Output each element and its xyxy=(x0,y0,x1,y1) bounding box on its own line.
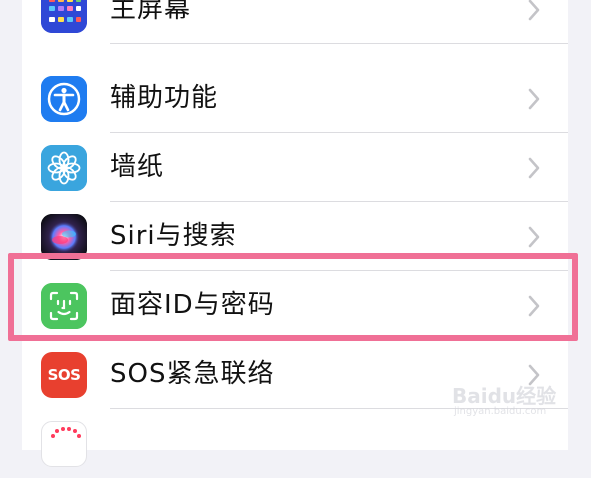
settings-screen: 主屏幕 辅助功能 墙纸 Siri与搜索 面容ID与密码 SOS SOS紧急联络 … xyxy=(0,0,591,467)
row-divider xyxy=(110,43,568,44)
watermark-brand: Baidu经验 xyxy=(452,384,557,408)
chevron-right-icon xyxy=(526,156,542,180)
settings-item-label: SOS紧急联络 xyxy=(110,359,275,389)
siri-icon xyxy=(41,214,87,260)
settings-item-wallpaper[interactable]: 墙纸 xyxy=(22,133,568,202)
chevron-right-icon xyxy=(526,225,542,249)
chevron-right-icon xyxy=(526,294,542,318)
sos-icon: SOS xyxy=(41,352,87,398)
settings-item-siri-search[interactable]: Siri与搜索 xyxy=(22,202,568,271)
wallpaper-icon xyxy=(41,145,87,191)
settings-item-label: 辅助功能 xyxy=(110,83,219,113)
settings-item-label: Siri与搜索 xyxy=(110,221,237,251)
watermark-url: jingyan.baidu.com xyxy=(454,406,547,417)
home-screen-icon xyxy=(41,0,87,33)
accessibility-icon xyxy=(41,76,87,122)
chevron-right-icon xyxy=(526,0,542,22)
settings-item-accessibility[interactable]: 辅助功能 xyxy=(22,64,568,133)
settings-item-face-id-passcode[interactable]: 面容ID与密码 xyxy=(22,271,568,340)
exposure-notification-icon xyxy=(41,421,87,467)
face-id-icon xyxy=(41,283,87,329)
settings-item-home-screen[interactable]: 主屏幕 xyxy=(22,0,568,44)
settings-item-label: 主屏幕 xyxy=(110,0,192,24)
baidu-watermark: Baidu经验 jingyan.baidu.com xyxy=(452,378,580,428)
settings-item-label: 墙纸 xyxy=(110,152,165,182)
sos-icon-text: SOS xyxy=(47,366,81,384)
settings-item-label: 面容ID与密码 xyxy=(110,290,275,320)
chevron-right-icon xyxy=(526,87,542,111)
